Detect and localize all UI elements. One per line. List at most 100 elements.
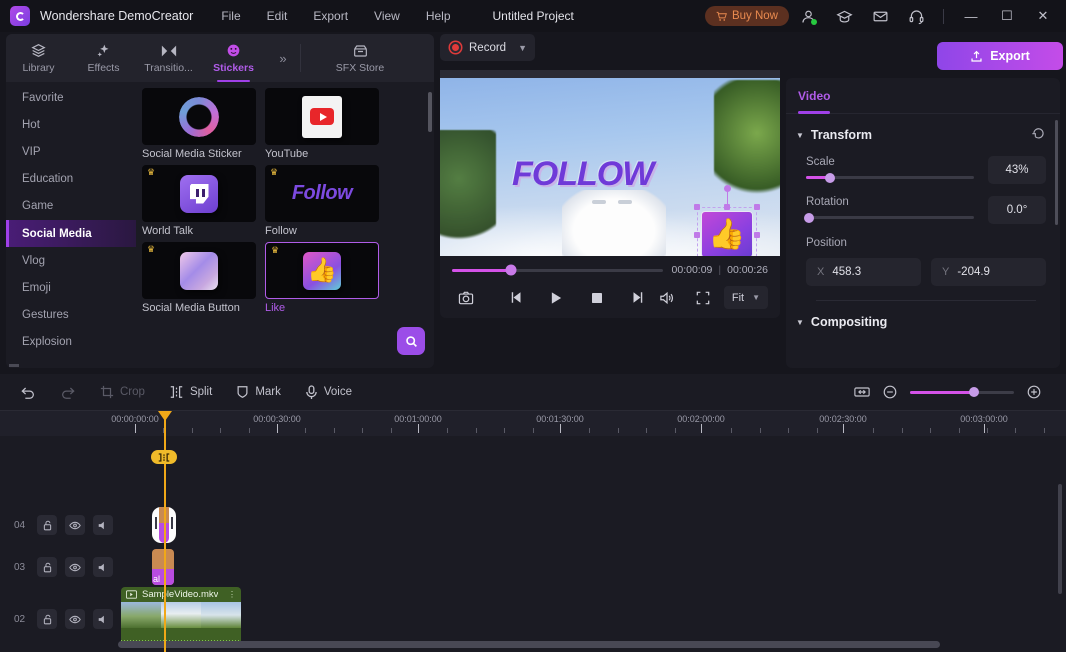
resize-handle-ml[interactable] — [694, 231, 700, 238]
next-frame-icon[interactable] — [622, 287, 652, 309]
chevron-down-icon[interactable]: ▼ — [518, 43, 527, 53]
snapshot-icon[interactable] — [452, 287, 480, 309]
timeline-clip-sticker-03[interactable]: al — [152, 549, 174, 585]
playhead-marker[interactable] — [158, 411, 172, 421]
tab-library[interactable]: Library — [6, 34, 71, 82]
category-scrollbar[interactable] — [9, 364, 19, 367]
tab-effects[interactable]: Effects — [71, 34, 136, 82]
clip-menu-icon[interactable]: ⋮ — [228, 590, 236, 599]
scrubber-knob[interactable] — [505, 264, 517, 276]
more-tabs-icon[interactable]: » — [266, 34, 300, 82]
playhead-split-button[interactable] — [151, 450, 177, 464]
transform-header[interactable]: ▼ Transform — [796, 126, 1046, 144]
caret-down-icon[interactable]: ▼ — [796, 131, 804, 140]
menu-item-edit[interactable]: Edit — [267, 9, 288, 23]
maximize-button[interactable]: ☐ — [990, 1, 1024, 31]
sticker-grid-scrollbar[interactable] — [428, 92, 432, 132]
prev-frame-icon[interactable] — [502, 287, 532, 309]
resize-handle-tc[interactable] — [724, 204, 730, 210]
fit-width-icon[interactable] — [854, 385, 870, 399]
properties-scrollbar[interactable] — [1055, 120, 1058, 225]
record-button[interactable]: Record ▼ — [440, 34, 535, 61]
position-y-field[interactable]: Y -204.9 — [931, 258, 1046, 286]
mute-icon[interactable] — [93, 515, 113, 535]
category-social-media[interactable]: Social Media — [6, 219, 136, 248]
redo-button[interactable] — [50, 379, 86, 405]
mute-icon[interactable] — [93, 557, 113, 577]
scale-slider[interactable] — [806, 172, 974, 183]
timeline-zoom-slider[interactable] — [910, 387, 1014, 397]
sticker-item-follow[interactable]: ♛ Follow Follow — [265, 165, 379, 237]
category-emoji[interactable]: Emoji — [6, 274, 136, 301]
timeline-clip-video-02[interactable]: SampleVideo.mkv ⋮ — [121, 587, 241, 646]
timeline-vertical-scrollbar[interactable] — [1058, 484, 1062, 594]
tab-video[interactable]: Video — [798, 78, 831, 114]
rotation-value[interactable]: 0.0° — [988, 196, 1046, 224]
resize-handle-tl[interactable] — [694, 204, 700, 210]
unlock-icon[interactable] — [37, 609, 57, 629]
sticker-item-youtube[interactable]: YouTube — [265, 88, 379, 160]
split-button[interactable]: Split — [159, 379, 222, 405]
export-button[interactable]: Export — [937, 42, 1063, 70]
unlock-icon[interactable] — [37, 557, 57, 577]
tab-stickers[interactable]: Stickers — [201, 34, 266, 82]
minimize-button[interactable]: — — [954, 1, 988, 31]
zoom-in-icon[interactable] — [1026, 384, 1042, 400]
timeline-horizontal-scrollbar[interactable] — [118, 641, 940, 648]
tab-sfx-store[interactable]: SFX Store — [301, 34, 419, 82]
mark-button[interactable]: Mark — [226, 379, 291, 405]
sticker-item-social-media-sticker[interactable]: Social Media Sticker — [142, 88, 256, 160]
crop-button[interactable]: Crop — [90, 379, 155, 405]
playhead[interactable] — [164, 436, 166, 652]
menu-item-export[interactable]: Export — [313, 9, 348, 23]
sticker-item-world-talk[interactable]: ♛ World Talk — [142, 165, 256, 237]
resize-handle-mr[interactable] — [754, 231, 760, 238]
sticker-item-social-media-button[interactable]: ♛ Social Media Button — [142, 242, 256, 314]
menu-item-help[interactable]: Help — [426, 9, 451, 23]
category-explosion[interactable]: Explosion — [6, 329, 136, 356]
menu-item-view[interactable]: View — [374, 9, 400, 23]
undo-button[interactable] — [10, 379, 46, 405]
rotation-slider-knob[interactable] — [804, 212, 815, 223]
caret-down-icon[interactable]: ▼ — [796, 318, 804, 327]
scale-slider-knob[interactable] — [824, 172, 835, 183]
fullscreen-icon[interactable] — [688, 287, 718, 309]
voice-button[interactable]: Voice — [295, 379, 362, 405]
tab-transitions[interactable]: Transitio... — [136, 34, 201, 82]
play-icon[interactable] — [542, 287, 572, 309]
timeline-ruler[interactable]: 00:00:00:00 00:00:30:00 00:01:00:00 00:01:3… — [0, 410, 1066, 436]
position-x-field[interactable]: X 458.3 — [806, 258, 921, 286]
search-icon[interactable] — [397, 327, 425, 355]
fit-dropdown[interactable]: Fit ▼ — [723, 286, 768, 309]
eye-icon[interactable] — [65, 515, 85, 535]
account-icon[interactable] — [791, 1, 825, 31]
selected-sticker-overlay[interactable]: 👍 — [694, 185, 760, 256]
rotation-handle[interactable] — [723, 185, 731, 192]
category-vip[interactable]: VIP — [6, 138, 136, 165]
compositing-header[interactable]: ▼ Compositing — [796, 315, 1046, 329]
eye-icon[interactable] — [65, 557, 85, 577]
volume-icon[interactable] — [652, 287, 682, 309]
scale-value[interactable]: 43% — [988, 156, 1046, 184]
video-preview[interactable]: FOLLOW 👍 — [440, 70, 780, 256]
learning-icon[interactable] — [827, 1, 861, 31]
zoom-out-icon[interactable] — [882, 384, 898, 400]
mute-icon[interactable] — [93, 609, 113, 629]
category-hot[interactable]: Hot — [6, 111, 136, 138]
support-icon[interactable] — [899, 1, 933, 31]
eye-icon[interactable] — [65, 609, 85, 629]
category-favorite[interactable]: Favorite — [6, 84, 136, 111]
buy-now-button[interactable]: Buy Now — [704, 6, 789, 26]
sticker-item-like[interactable]: ♛ 👍 Like — [265, 242, 379, 314]
category-education[interactable]: Education — [6, 166, 136, 193]
rotation-slider[interactable] — [804, 212, 974, 223]
resize-handle-tr[interactable] — [754, 204, 760, 210]
preview-scrubber[interactable] — [452, 264, 663, 276]
unlock-icon[interactable] — [37, 515, 57, 535]
reset-icon[interactable] — [1031, 126, 1046, 144]
category-game[interactable]: Game — [6, 193, 136, 220]
mail-icon[interactable] — [863, 1, 897, 31]
zoom-slider-knob[interactable] — [969, 387, 980, 397]
menu-item-file[interactable]: File — [221, 9, 240, 23]
stop-icon[interactable] — [582, 287, 612, 309]
